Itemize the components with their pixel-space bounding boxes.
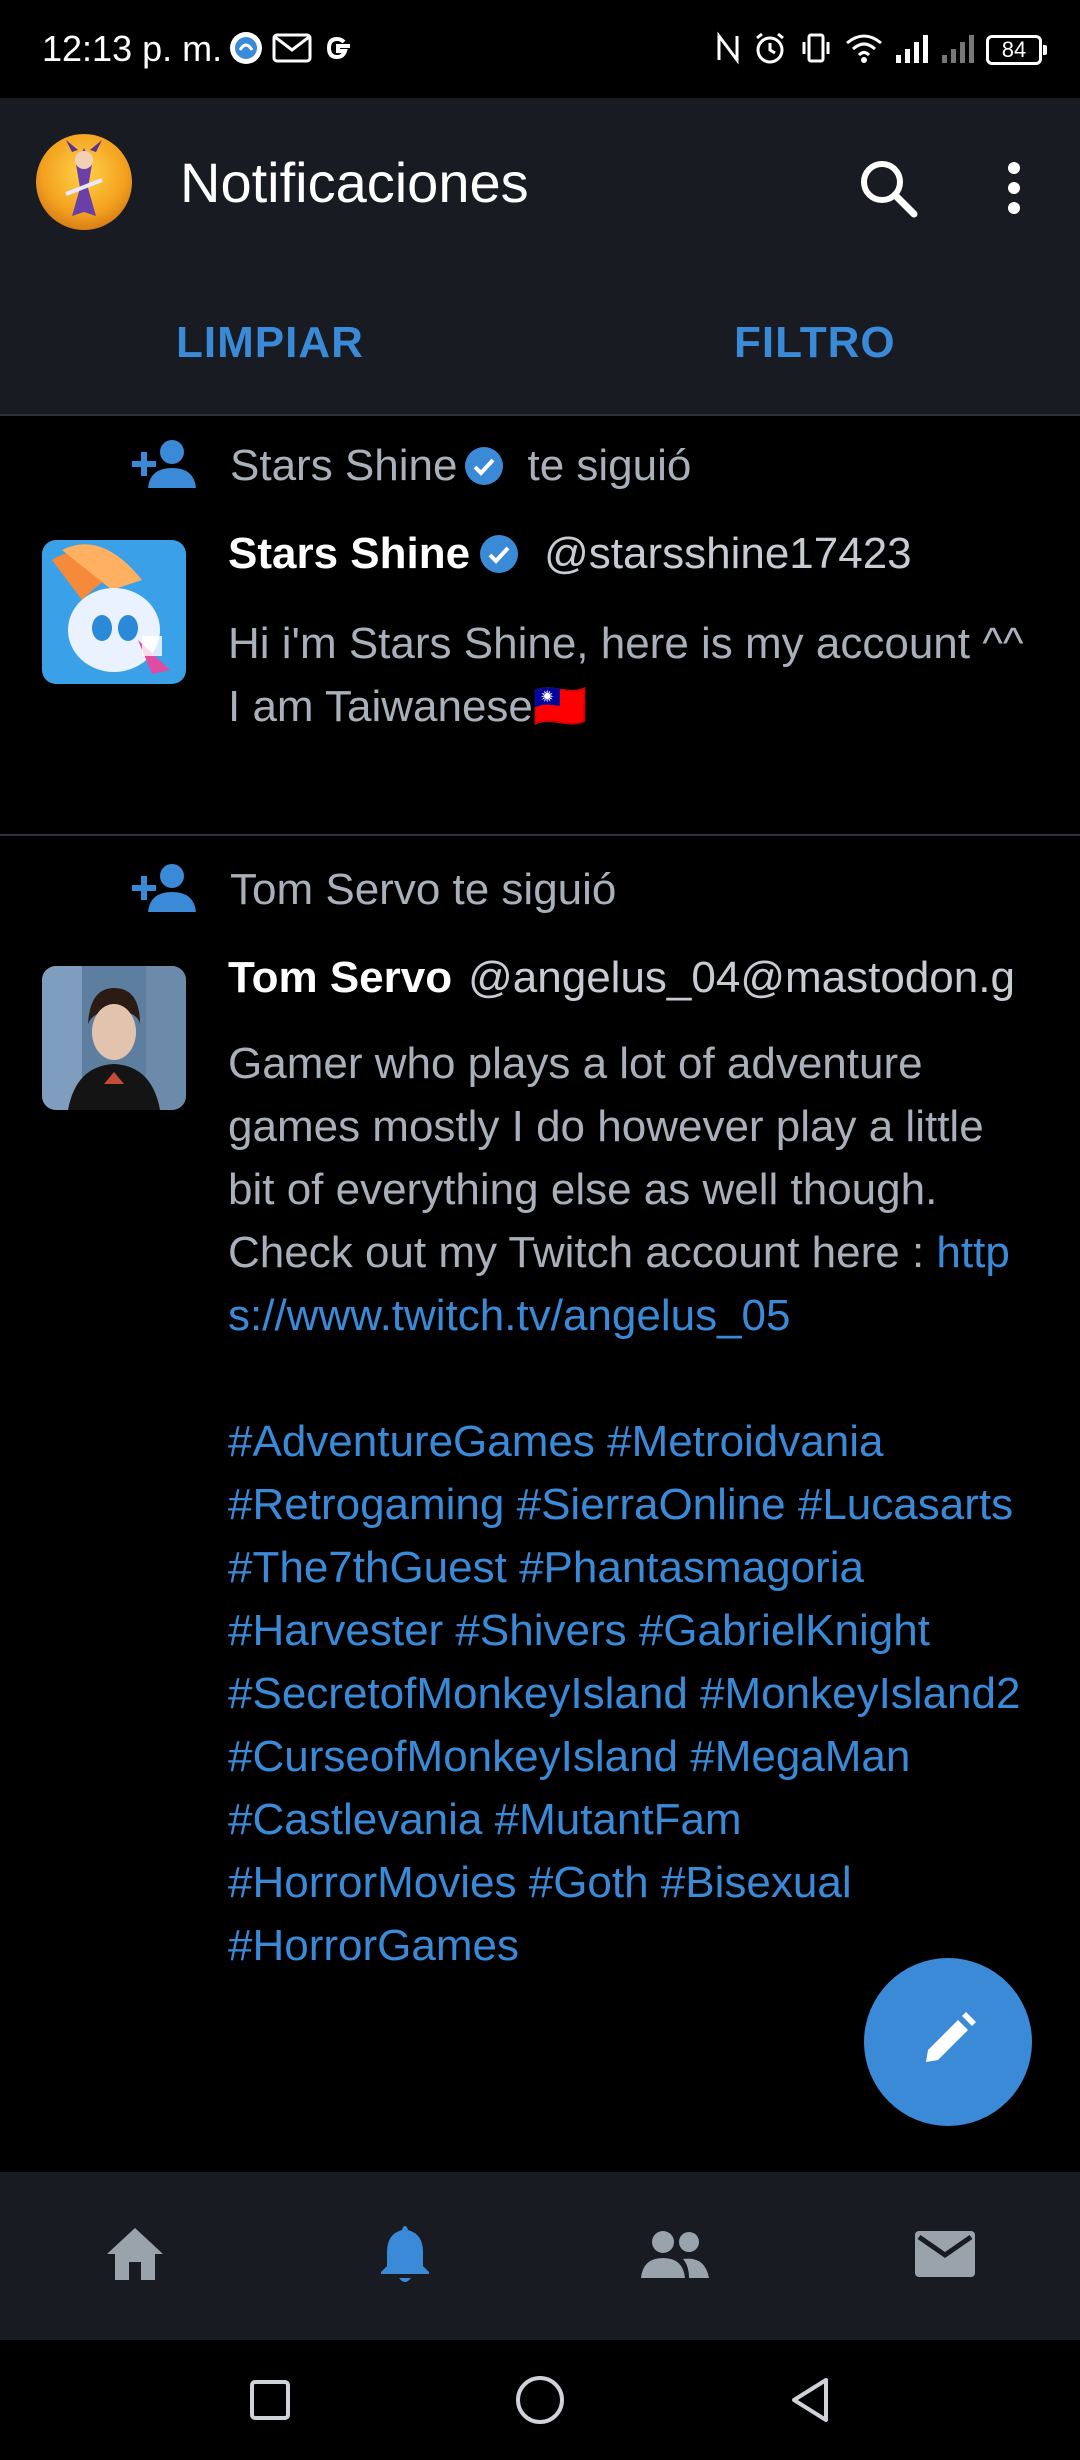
account-handle[interactable]: @starsshine17423: [544, 529, 912, 579]
verified-icon: [478, 533, 520, 575]
account-bio: Gamer who plays a lot of adventure games…: [228, 1032, 1038, 1977]
signal-icon: [894, 31, 930, 70]
hashtags[interactable]: #AdventureGames #Metroidvania #Retrogami…: [228, 1410, 1038, 1977]
bio-line: I am Taiwanese🇹🇼: [228, 682, 588, 731]
name-row: Tom Servo @angelus_04@mastodon.g: [228, 948, 1040, 1008]
name-row: Stars Shine @starsshine17423: [228, 524, 912, 584]
person-add-icon: [128, 438, 198, 495]
more-vertical-icon[interactable]: [990, 146, 1038, 230]
battery-icon: 84: [986, 35, 1047, 65]
page-title: Notificaciones: [180, 151, 529, 214]
display-name[interactable]: Stars Shine: [228, 529, 470, 579]
google-icon: [320, 30, 356, 71]
action-tabs: LIMPIAR FILTRO: [0, 266, 1080, 416]
verified-icon: [463, 445, 505, 487]
signal-icon-2: [940, 31, 976, 70]
nav-people[interactable]: [540, 2172, 810, 2340]
back-triangle-icon[interactable]: [774, 2364, 846, 2436]
display-name[interactable]: Tom Servo: [228, 953, 452, 1003]
account-avatar[interactable]: [36, 134, 132, 230]
home-icon: [103, 2224, 167, 2289]
status-right-icons: 84: [714, 28, 1047, 72]
system-navigation: [0, 2340, 1080, 2460]
follow-text: Tom Servo te siguió: [230, 865, 617, 914]
clear-button[interactable]: LIMPIAR: [176, 318, 364, 368]
search-icon[interactable]: [846, 146, 930, 230]
nav-messages[interactable]: [810, 2172, 1080, 2340]
compose-pencil-icon: [916, 2008, 980, 2077]
bio-spacer: [228, 1347, 1038, 1410]
notifications-bell-icon: [377, 2222, 433, 2291]
mastodon-app-icon: [228, 30, 264, 71]
people-icon: [639, 2228, 711, 2285]
nav-home[interactable]: [0, 2172, 270, 2340]
notification-header: Stars Shine te siguió: [128, 436, 691, 496]
filter-button[interactable]: FILTRO: [734, 318, 896, 368]
bio-text: Gamer who plays a lot of adventure games…: [228, 1039, 984, 1277]
wifi-icon: [844, 31, 884, 70]
mail-icon: [913, 2229, 977, 2284]
status-left-icons: [228, 28, 356, 72]
gmail-icon: [272, 32, 312, 69]
status-time: 12:13 p. m.: [42, 28, 223, 69]
follower-name[interactable]: Stars Shine: [230, 441, 457, 491]
notification-header: Tom Servo te siguió: [128, 860, 616, 920]
avatar[interactable]: [42, 540, 186, 684]
follow-action-text: te siguió: [527, 441, 692, 490]
recents-square-icon[interactable]: [234, 2364, 306, 2436]
home-circle-icon[interactable]: [504, 2364, 576, 2436]
status-bar: 12:13 p. m. 84: [0, 0, 1080, 98]
notifications-feed[interactable]: Stars Shine te siguió Stars Shine @stars…: [0, 416, 1080, 2172]
person-add-icon: [128, 862, 198, 919]
app-bar: Notificaciones: [0, 98, 1080, 266]
bottom-navigation: [0, 2172, 1080, 2340]
bio-line: Hi i'm Stars Shine, here is my account ^…: [228, 619, 1024, 668]
account-bio: Hi i'm Stars Shine, here is my account ^…: [228, 612, 1038, 738]
nav-notifications[interactable]: [270, 2172, 540, 2340]
nfc-icon: [714, 30, 742, 71]
alarm-icon: [752, 30, 788, 71]
account-handle[interactable]: @angelus_04@mastodon.g: [468, 953, 1015, 1003]
compose-button[interactable]: [864, 1958, 1032, 2126]
avatar[interactable]: [42, 966, 186, 1110]
notification-follow[interactable]: Stars Shine te siguió Stars Shine @stars…: [0, 416, 1080, 836]
vibrate-icon: [798, 30, 834, 71]
